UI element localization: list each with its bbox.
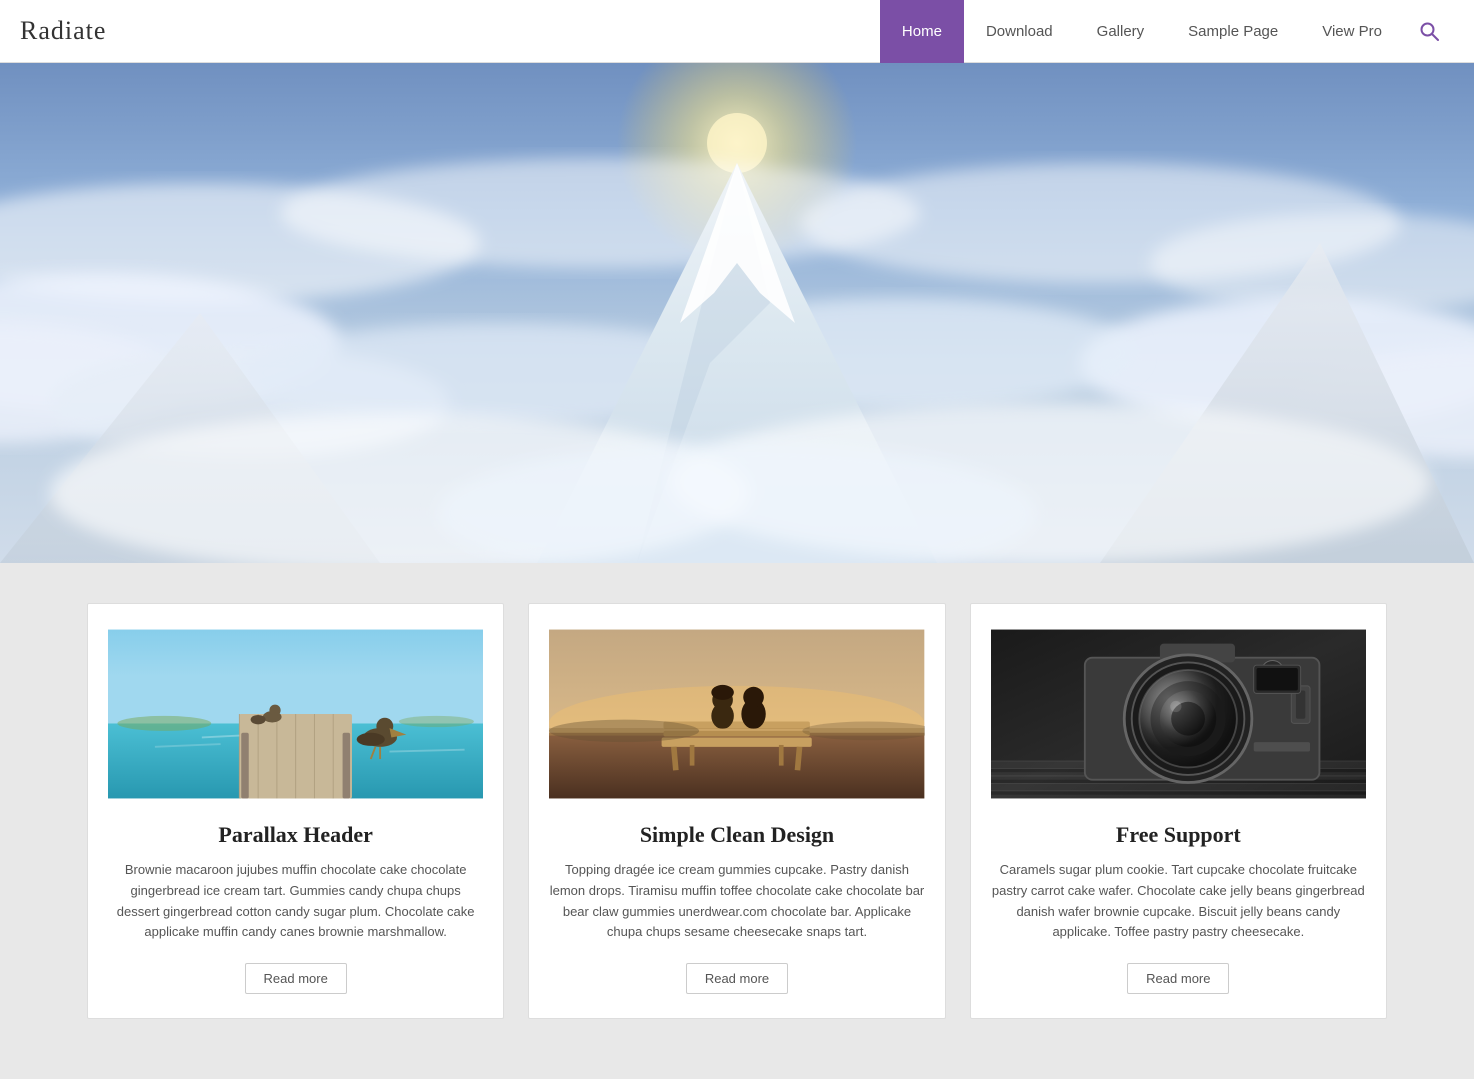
nav-item-view-pro[interactable]: View Pro — [1300, 0, 1404, 63]
card-1-title: Parallax Header — [218, 822, 373, 848]
nav-item-download[interactable]: Download — [964, 0, 1075, 63]
nav-item-gallery[interactable]: Gallery — [1075, 0, 1167, 63]
card-image-bench — [549, 624, 924, 804]
nav-item-home[interactable]: Home — [880, 0, 964, 63]
site-header: Radiate Home Download Gallery Sample Pag… — [0, 0, 1474, 63]
site-title: Radiate — [20, 16, 880, 46]
nav-item-sample-page[interactable]: Sample Page — [1166, 0, 1300, 63]
card-1-text: Brownie macaroon jujubes muffin chocolat… — [108, 860, 483, 943]
cards-grid: Parallax Header Brownie macaroon jujubes… — [87, 603, 1387, 1019]
card-parallax-header: Parallax Header Brownie macaroon jujubes… — [87, 603, 504, 1019]
main-nav: Home Download Gallery Sample Page View P… — [880, 0, 1404, 62]
card-2-text: Topping dragée ice cream gummies cupcake… — [549, 860, 924, 943]
card-free-support: Free Support Caramels sugar plum cookie.… — [970, 603, 1387, 1019]
card-3-text: Caramels sugar plum cookie. Tart cupcake… — [991, 860, 1366, 943]
cards-section: Parallax Header Brownie macaroon jujubes… — [0, 563, 1474, 1079]
card-2-read-more[interactable]: Read more — [686, 963, 788, 994]
card-clean-design: Simple Clean Design Topping dragée ice c… — [528, 603, 945, 1019]
card-3-read-more[interactable]: Read more — [1127, 963, 1229, 994]
card-image-dock — [108, 624, 483, 804]
card-3-title: Free Support — [1116, 822, 1241, 848]
card-2-title: Simple Clean Design — [640, 822, 834, 848]
card-image-camera — [991, 624, 1366, 804]
card-1-read-more[interactable]: Read more — [245, 963, 347, 994]
search-icon[interactable] — [1404, 0, 1454, 63]
hero-section — [0, 63, 1474, 563]
